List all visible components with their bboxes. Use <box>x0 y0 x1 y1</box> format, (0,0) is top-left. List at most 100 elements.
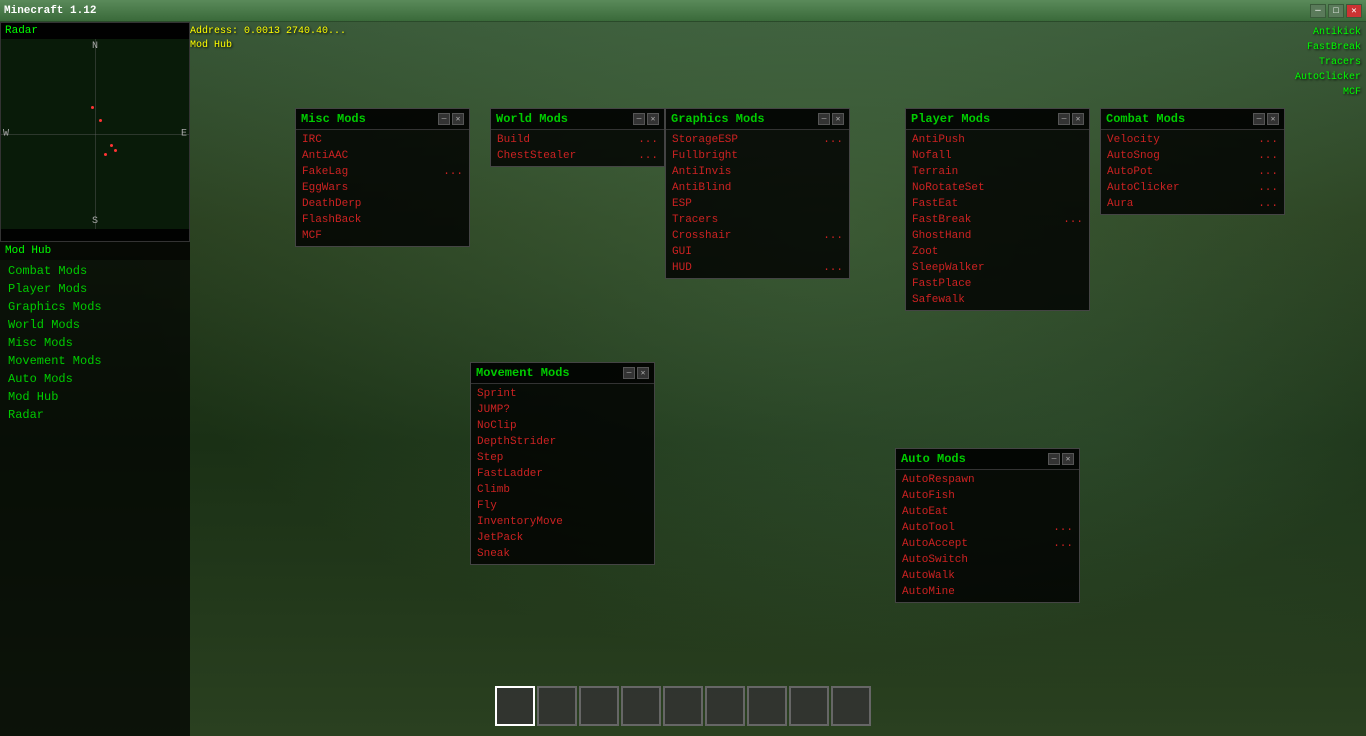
minimize-button[interactable]: ─ <box>1310 4 1326 18</box>
auto-mods-header: Auto Mods ─ ✕ <box>896 449 1079 470</box>
player-item-antipush[interactable]: AntiPush <box>906 132 1089 148</box>
movement-item-jetpack[interactable]: JetPack <box>471 530 654 546</box>
player-item-sleepwalker[interactable]: SleepWalker <box>906 260 1089 276</box>
misc-item-irc[interactable]: IRC <box>296 132 469 148</box>
sidebar-item-misc-mods[interactable]: Misc Mods <box>0 334 190 352</box>
player-mods-close[interactable]: ✕ <box>1072 113 1084 125</box>
hotbar-slot-2[interactable] <box>537 686 577 726</box>
combat-item-velocity[interactable]: Velocity ... <box>1101 132 1284 148</box>
movement-item-jump[interactable]: JUMP? <box>471 402 654 418</box>
world-mods-minimize[interactable]: ─ <box>633 113 645 125</box>
auto-item-autofish[interactable]: AutoFish <box>896 488 1079 504</box>
combat-item-autoclicker[interactable]: AutoClicker ... <box>1101 180 1284 196</box>
graphics-item-crosshair[interactable]: Crosshair ... <box>666 228 849 244</box>
auto-mods-body: AutoRespawn AutoFish AutoEat AutoTool ..… <box>896 470 1079 602</box>
hotbar-slot-9[interactable] <box>831 686 871 726</box>
movement-item-sprint[interactable]: Sprint <box>471 386 654 402</box>
auto-item-autowalk[interactable]: AutoWalk <box>896 568 1079 584</box>
misc-item-antiaac[interactable]: AntiAAC <box>296 148 469 164</box>
graphics-mods-minimize[interactable]: ─ <box>818 113 830 125</box>
sidebar-item-mod-hub[interactable]: Mod Hub <box>0 388 190 406</box>
combat-item-aura[interactable]: Aura ... <box>1101 196 1284 212</box>
player-item-fastplace[interactable]: FastPlace <box>906 276 1089 292</box>
player-item-nofall[interactable]: Nofall <box>906 148 1089 164</box>
radar-dot-3 <box>110 144 113 147</box>
sidebar-item-graphics-mods[interactable]: Graphics Mods <box>0 298 190 316</box>
graphics-item-fullbright[interactable]: Fullbright <box>666 148 849 164</box>
sidebar-item-radar[interactable]: Radar <box>0 406 190 424</box>
hotbar-slot-4[interactable] <box>621 686 661 726</box>
misc-mods-minimize[interactable]: ─ <box>438 113 450 125</box>
active-mod-1: Antikick <box>1295 25 1361 40</box>
movement-mods-header: Movement Mods ─ ✕ <box>471 363 654 384</box>
graphics-item-antiblind[interactable]: AntiBlind <box>666 180 849 196</box>
auto-mods-close[interactable]: ✕ <box>1062 453 1074 465</box>
movement-item-fastladder[interactable]: FastLadder <box>471 466 654 482</box>
graphics-mods-close[interactable]: ✕ <box>832 113 844 125</box>
radar-panel: Radar N S W E <box>0 22 190 242</box>
hotbar-slot-8[interactable] <box>789 686 829 726</box>
player-item-fasteat[interactable]: FastEat <box>906 196 1089 212</box>
auto-item-autoeat[interactable]: AutoEat <box>896 504 1079 520</box>
movement-item-fly[interactable]: Fly <box>471 498 654 514</box>
auto-mods-minimize[interactable]: ─ <box>1048 453 1060 465</box>
player-item-ghosthand[interactable]: GhostHand <box>906 228 1089 244</box>
player-item-safewalk[interactable]: Safewalk <box>906 292 1089 308</box>
movement-mods-close[interactable]: ✕ <box>637 367 649 379</box>
world-item-cheststealer[interactable]: ChestStealer ... <box>491 148 664 164</box>
graphics-item-storageesp[interactable]: StorageESP ... <box>666 132 849 148</box>
auto-item-autorespawn[interactable]: AutoRespawn <box>896 472 1079 488</box>
misc-item-eggwars[interactable]: EggWars <box>296 180 469 196</box>
misc-item-fakelag[interactable]: FakeLag ... <box>296 164 469 180</box>
combat-item-autosnog[interactable]: AutoSnog ... <box>1101 148 1284 164</box>
combat-mods-close[interactable]: ✕ <box>1267 113 1279 125</box>
player-item-zoot[interactable]: Zoot <box>906 244 1089 260</box>
combat-mods-minimize[interactable]: ─ <box>1253 113 1265 125</box>
window-title: Minecraft 1.12 <box>4 5 96 17</box>
movement-item-noclip[interactable]: NoClip <box>471 418 654 434</box>
auto-item-autoswitch[interactable]: AutoSwitch <box>896 552 1079 568</box>
movement-item-inventorymove[interactable]: InventoryMove <box>471 514 654 530</box>
auto-item-autoaccept[interactable]: AutoAccept ... <box>896 536 1079 552</box>
misc-mods-close[interactable]: ✕ <box>452 113 464 125</box>
hotbar-slot-5[interactable] <box>663 686 703 726</box>
movement-mods-panel: Movement Mods ─ ✕ Sprint JUMP? NoClip De… <box>470 362 655 565</box>
misc-item-deathderp[interactable]: DeathDerp <box>296 196 469 212</box>
sidebar-item-player-mods[interactable]: Player Mods <box>0 280 190 298</box>
movement-mods-minimize[interactable]: ─ <box>623 367 635 379</box>
player-item-fastbreak[interactable]: FastBreak ... <box>906 212 1089 228</box>
graphics-mods-header: Graphics Mods ─ ✕ <box>666 109 849 130</box>
graphics-item-tracers[interactable]: Tracers <box>666 212 849 228</box>
player-item-norotateset[interactable]: NoRotateSet <box>906 180 1089 196</box>
world-item-build[interactable]: Build ... <box>491 132 664 148</box>
movement-item-step[interactable]: Step <box>471 450 654 466</box>
hotbar-slot-6[interactable] <box>705 686 745 726</box>
hotbar-slot-7[interactable] <box>747 686 787 726</box>
misc-mods-controls: ─ ✕ <box>438 113 464 125</box>
player-item-terrain[interactable]: Terrain <box>906 164 1089 180</box>
hotbar-slot-3[interactable] <box>579 686 619 726</box>
world-mods-close[interactable]: ✕ <box>647 113 659 125</box>
misc-mods-title: Misc Mods <box>301 112 366 126</box>
hotbar-slot-1[interactable] <box>495 686 535 726</box>
movement-item-depthstrider[interactable]: DepthStrider <box>471 434 654 450</box>
sidebar-item-combat-mods[interactable]: Combat Mods <box>0 262 190 280</box>
movement-item-climb[interactable]: Climb <box>471 482 654 498</box>
graphics-item-antiinvis[interactable]: AntiInvis <box>666 164 849 180</box>
auto-item-autotool[interactable]: AutoTool ... <box>896 520 1079 536</box>
graphics-item-gui[interactable]: GUI <box>666 244 849 260</box>
misc-item-flashback[interactable]: FlashBack <box>296 212 469 228</box>
auto-item-automine[interactable]: AutoMine <box>896 584 1079 600</box>
radar-crosshair-vertical <box>95 39 96 229</box>
misc-item-mcf[interactable]: MCF <box>296 228 469 244</box>
sidebar-item-world-mods[interactable]: World Mods <box>0 316 190 334</box>
restore-button[interactable]: □ <box>1328 4 1344 18</box>
movement-item-sneak[interactable]: Sneak <box>471 546 654 562</box>
close-button[interactable]: ✕ <box>1346 4 1362 18</box>
sidebar-item-auto-mods[interactable]: Auto Mods <box>0 370 190 388</box>
combat-item-autopot[interactable]: AutoPot ... <box>1101 164 1284 180</box>
sidebar-item-movement-mods[interactable]: Movement Mods <box>0 352 190 370</box>
graphics-item-esp[interactable]: ESP <box>666 196 849 212</box>
graphics-item-hud[interactable]: HUD ... <box>666 260 849 276</box>
player-mods-minimize[interactable]: ─ <box>1058 113 1070 125</box>
